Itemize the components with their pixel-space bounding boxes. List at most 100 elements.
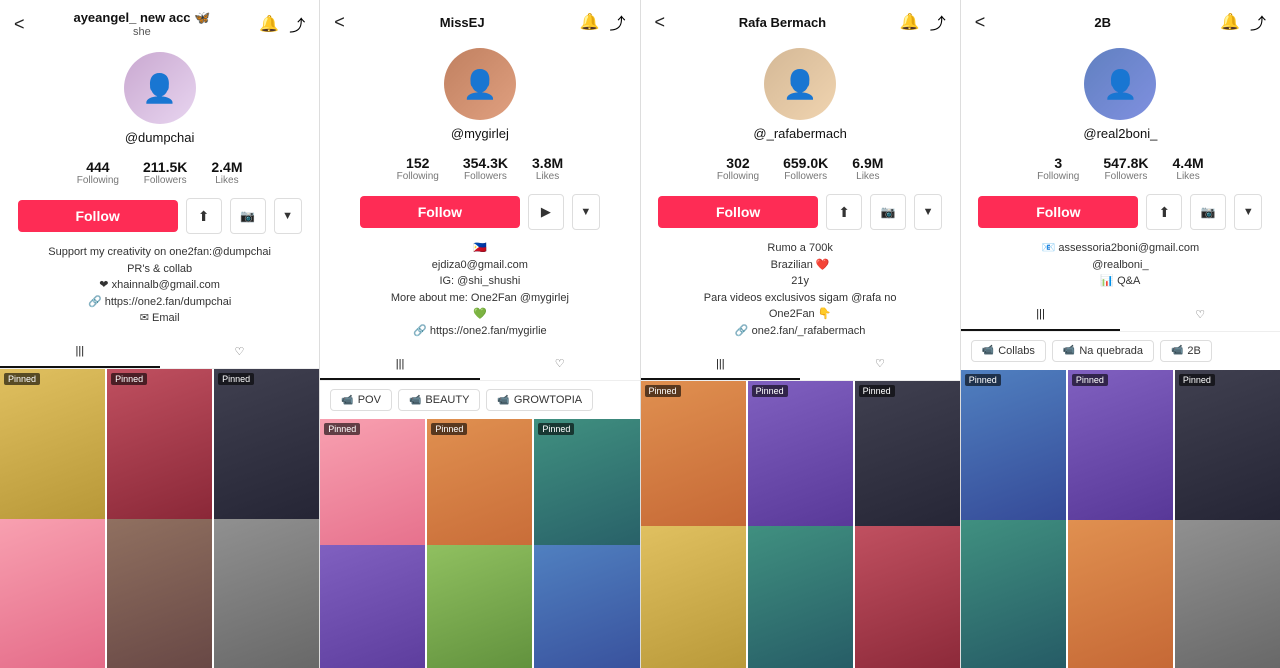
avatar: 👤 bbox=[1084, 48, 1156, 120]
share-icon[interactable]: ⤴ bbox=[1250, 10, 1266, 34]
panel-header: < Rafa Bermach 🔔 ⤴ bbox=[641, 0, 960, 40]
follow-button[interactable]: Follow bbox=[18, 200, 178, 232]
tab-grid-icon[interactable]: ||| bbox=[961, 300, 1121, 331]
video-cell[interactable] bbox=[1175, 520, 1280, 668]
more-options-button[interactable]: ▼ bbox=[914, 194, 942, 230]
avatar-image: 👤 bbox=[764, 48, 836, 120]
category-tag[interactable]: 📹 BEAUTY bbox=[398, 389, 480, 411]
tab-icon: ♡ bbox=[1195, 308, 1205, 321]
category-tag[interactable]: 📹 GROWTOPIA bbox=[486, 389, 593, 411]
tab-liked-icon[interactable]: ♡ bbox=[800, 349, 960, 380]
follow-button[interactable]: Follow bbox=[360, 196, 520, 228]
back-icon[interactable]: < bbox=[14, 14, 25, 35]
bell-icon[interactable]: 🔔 bbox=[259, 14, 279, 34]
panel-username: MissEJ bbox=[440, 15, 485, 30]
video-cell[interactable] bbox=[1068, 520, 1173, 668]
bio-line: Para videos exclusivos sigam @rafa no bbox=[655, 290, 946, 307]
instagram-icon[interactable]: 📷 bbox=[870, 194, 906, 230]
avatar-image: 👤 bbox=[1084, 48, 1156, 120]
share-icon[interactable]: ⬆ bbox=[1146, 194, 1182, 230]
bio-section: Rumo a 700kBrazilian ❤️21yPara videos ex… bbox=[641, 236, 960, 343]
category-icon: 📹 bbox=[982, 345, 994, 356]
more-options-button[interactable]: ▼ bbox=[274, 198, 302, 234]
video-cell[interactable] bbox=[534, 545, 639, 668]
stat-label: Following bbox=[717, 171, 759, 182]
back-icon[interactable]: < bbox=[334, 12, 345, 33]
pinned-badge: Pinned bbox=[218, 373, 254, 385]
stat-item: 547.8K Followers bbox=[1103, 155, 1148, 182]
avatar: 👤 bbox=[124, 52, 196, 124]
tab-liked-icon[interactable]: ♡ bbox=[1120, 300, 1280, 331]
action-row: Follow ⬆ 📷 ▼ bbox=[0, 192, 319, 240]
stat-item: 302 Following bbox=[717, 155, 759, 182]
category-tag[interactable]: 📹 2B bbox=[1160, 340, 1212, 362]
tab-grid-icon[interactable]: ||| bbox=[0, 337, 160, 368]
more-options-button[interactable]: ▼ bbox=[1234, 194, 1262, 230]
tab-grid-icon[interactable]: ||| bbox=[320, 349, 480, 380]
tab-icon: ||| bbox=[396, 358, 405, 370]
panel-header: < MissEJ 🔔 ⤴ bbox=[320, 0, 639, 40]
video-cell[interactable] bbox=[0, 519, 105, 668]
stat-item: 3.8M Likes bbox=[532, 155, 563, 182]
more-options-button[interactable]: ▼ bbox=[572, 194, 600, 230]
bio-section: 📧 assessoria2boni@gmail.com@realboni_📊 Q… bbox=[961, 236, 1280, 294]
panel-username: ayeangel_ new acc 🦋 bbox=[73, 10, 210, 26]
category-label: Collabs bbox=[998, 345, 1035, 357]
bell-icon[interactable]: 🔔 bbox=[900, 12, 920, 32]
bio-line: PR's & collab bbox=[14, 261, 305, 278]
back-icon[interactable]: < bbox=[655, 12, 666, 33]
tab-icon: ||| bbox=[1036, 308, 1045, 320]
share-icon[interactable]: ⬆ bbox=[826, 194, 862, 230]
share-icon[interactable]: ⤴ bbox=[289, 12, 305, 36]
video-cell[interactable] bbox=[961, 520, 1066, 668]
back-icon[interactable]: < bbox=[975, 12, 986, 33]
category-tag[interactable]: 📹 POV bbox=[330, 389, 392, 411]
bell-icon[interactable]: 🔔 bbox=[1220, 12, 1240, 32]
share-icon[interactable]: ⬆ bbox=[186, 198, 222, 234]
tab-liked-icon[interactable]: ♡ bbox=[480, 349, 640, 380]
stat-item: 211.5K Followers bbox=[143, 159, 187, 186]
stat-number: 354.3K bbox=[463, 155, 508, 171]
stat-item: 659.0K Followers bbox=[783, 155, 828, 182]
title-area: 2B bbox=[985, 15, 1220, 30]
video-cell[interactable] bbox=[320, 545, 425, 668]
stat-number: 659.0K bbox=[783, 155, 828, 171]
video-cell[interactable] bbox=[855, 526, 960, 668]
panel-header: < ayeangel_ new acc 🦋 she 🔔 ⤴ bbox=[0, 0, 319, 44]
video-cell[interactable] bbox=[214, 519, 319, 668]
share-icon[interactable]: ⤴ bbox=[609, 10, 625, 34]
category-tag[interactable]: 📹 Na quebrada bbox=[1052, 340, 1154, 362]
video-cell[interactable] bbox=[107, 519, 212, 668]
follow-button[interactable]: Follow bbox=[978, 196, 1138, 228]
video-cell[interactable] bbox=[427, 545, 532, 668]
instagram-icon[interactable]: 📷 bbox=[1190, 194, 1226, 230]
video-cell[interactable] bbox=[748, 526, 853, 668]
bio-line: 🔗 https://one2.fan/mygirlie bbox=[334, 323, 625, 340]
panel-4: < 2B 🔔 ⤴ 👤 @real2boni_ 3 Following 547.8… bbox=[961, 0, 1280, 668]
pinned-badge: Pinned bbox=[324, 423, 360, 435]
tab-icon: ♡ bbox=[235, 345, 245, 358]
action-row: Follow ⬆ 📷 ▼ bbox=[961, 188, 1280, 236]
category-icon: 📹 bbox=[1063, 345, 1075, 356]
tab-icon: ||| bbox=[716, 358, 725, 370]
avatar-image: 👤 bbox=[124, 52, 196, 124]
stat-item: 152 Following bbox=[397, 155, 439, 182]
pinned-badge: Pinned bbox=[431, 423, 467, 435]
avatar-image: 👤 bbox=[444, 48, 516, 120]
category-tag[interactable]: 📹 Collabs bbox=[971, 340, 1046, 362]
avatar-section: 👤 @real2boni_ bbox=[961, 40, 1280, 147]
tab-grid-icon[interactable]: ||| bbox=[641, 349, 801, 380]
stat-label: Likes bbox=[215, 175, 238, 186]
share-icon[interactable]: ⤴ bbox=[930, 10, 946, 34]
instagram-icon[interactable]: 📷 bbox=[230, 198, 266, 234]
tab-liked-icon[interactable]: ♡ bbox=[160, 337, 320, 368]
bell-icon[interactable]: 🔔 bbox=[580, 12, 600, 32]
panel-subtitle: she bbox=[133, 26, 151, 38]
follow-button[interactable]: Follow bbox=[658, 196, 818, 228]
video-cell[interactable] bbox=[641, 526, 746, 668]
avatar-section: 👤 @mygirlej bbox=[320, 40, 639, 147]
stat-label: Followers bbox=[144, 175, 187, 186]
youtube-icon[interactable]: ▶ bbox=[528, 194, 564, 230]
bio-line: ejdiza0@gmail.com bbox=[334, 257, 625, 274]
bio-line: 📧 assessoria2boni@gmail.com bbox=[975, 240, 1266, 257]
